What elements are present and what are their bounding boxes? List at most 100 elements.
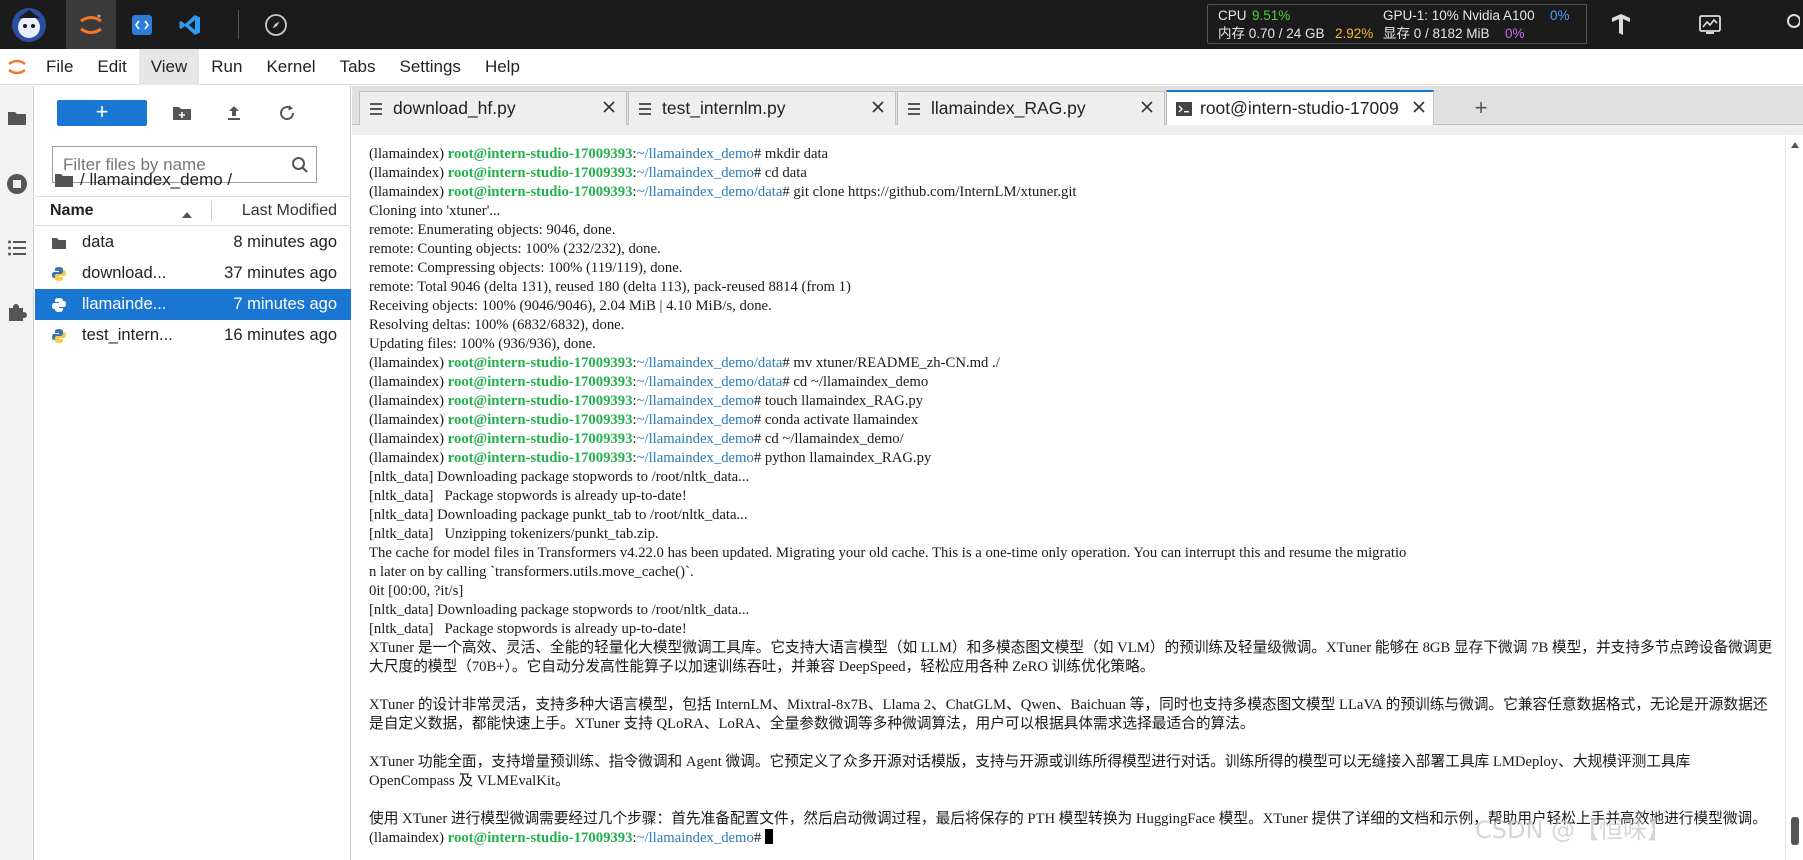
folder-icon bbox=[50, 234, 68, 252]
terminal-icon bbox=[1176, 101, 1192, 117]
prompt-user: root@intern-studio-17009393 bbox=[447, 165, 633, 181]
tab-label: llamaindex_RAG.py bbox=[931, 98, 1086, 118]
intern-logo-icon[interactable] bbox=[0, 0, 58, 49]
extension-puzzle-icon[interactable] bbox=[0, 294, 34, 330]
terminal-line: (llamaindex) root@intern-studio-17009393… bbox=[369, 184, 1077, 200]
terminal-line: (llamaindex) root@intern-studio-17009393… bbox=[369, 165, 807, 181]
folder-icon[interactable] bbox=[0, 100, 34, 136]
close-icon[interactable] bbox=[1411, 99, 1427, 115]
prompt-env: (llamaindex) bbox=[369, 450, 445, 466]
file-browser-panel: + / llamaindex_demo / Name Last Modified bbox=[35, 86, 351, 860]
search-icon[interactable] bbox=[284, 148, 316, 182]
text-file-icon bbox=[907, 101, 923, 117]
menu-bar: File Edit View Run Kernel Tabs Settings … bbox=[0, 48, 1803, 85]
toolbar-separator bbox=[238, 10, 239, 39]
terminal-line: [nltk_data] Unzipping tokenizers/punkt_t… bbox=[369, 526, 659, 542]
monitor-icon[interactable] bbox=[1692, 0, 1728, 49]
breadcrumb[interactable]: / llamaindex_demo / bbox=[54, 164, 232, 196]
user-icon[interactable] bbox=[1776, 0, 1803, 49]
file-row-test-internlm[interactable]: test_intern... 16 minutes ago bbox=[35, 320, 351, 351]
prompt-command: cd ~/llamaindex_demo/ bbox=[761, 431, 904, 447]
python-file-icon bbox=[50, 265, 68, 283]
file-modified: 37 minutes ago bbox=[224, 264, 337, 282]
menu-run[interactable]: Run bbox=[199, 49, 254, 85]
terminal-line: Updating files: 100% (936/936), done. bbox=[369, 336, 596, 352]
prompt-env: (llamaindex) bbox=[369, 146, 445, 162]
menu-help[interactable]: Help bbox=[473, 49, 532, 85]
tensorflow-icon[interactable] bbox=[1603, 0, 1639, 49]
terminal-line: The cache for model files in Transformer… bbox=[369, 545, 1407, 561]
sort-ascending-icon[interactable] bbox=[181, 206, 193, 224]
terminal-cursor bbox=[764, 829, 773, 844]
upload-icon[interactable] bbox=[220, 100, 248, 126]
close-icon[interactable] bbox=[1139, 99, 1155, 115]
prompt-command: cd data bbox=[761, 165, 807, 181]
terminal-line: (llamaindex) root@intern-studio-17009393… bbox=[369, 412, 919, 428]
file-row-download-hf[interactable]: download... 37 minutes ago bbox=[35, 258, 351, 289]
jupyter-logo-icon bbox=[0, 49, 34, 85]
breadcrumb-path[interactable]: / llamaindex_demo / bbox=[80, 170, 232, 190]
watermark: CSDN @【恒味】 bbox=[1475, 816, 1672, 844]
menu-settings[interactable]: Settings bbox=[388, 49, 473, 85]
refresh-icon[interactable] bbox=[273, 100, 301, 126]
terminal-line: [nltk_data] Downloading package stopword… bbox=[369, 602, 750, 618]
file-row-data[interactable]: data 8 minutes ago bbox=[35, 227, 351, 258]
terminal-line: remote: Total 9046 (delta 131), reused 1… bbox=[369, 279, 851, 295]
tab-terminal[interactable]: root@intern-studio-17009 bbox=[1166, 90, 1434, 125]
memory-value: 2.92% bbox=[1335, 26, 1374, 41]
code-icon[interactable] bbox=[124, 0, 160, 49]
new-launcher-button[interactable]: + bbox=[57, 100, 147, 126]
tab-label: test_internlm.py bbox=[662, 98, 786, 118]
text-file-icon bbox=[638, 101, 654, 117]
cpu-value: 9.51% bbox=[1252, 8, 1291, 23]
prompt-user: root@intern-studio-17009393 bbox=[447, 146, 633, 162]
terminal-line: XTuner 是一个高效、灵活、全能的轻量化大模型微调工具库。它支持大语言模型（… bbox=[369, 640, 1773, 675]
menu-view[interactable]: View bbox=[138, 48, 200, 85]
file-modified: 7 minutes ago bbox=[233, 295, 337, 313]
gpu-value: 0% bbox=[1550, 8, 1570, 23]
tab-llamaindex-rag[interactable]: llamaindex_RAG.py bbox=[897, 91, 1165, 125]
memory-label: 内存 0.70 / 24 GB bbox=[1218, 26, 1325, 41]
terminal-line: remote: Enumerating objects: 9046, done. bbox=[369, 222, 616, 238]
tab-test-internlm[interactable]: test_internlm.py bbox=[628, 91, 896, 125]
scroll-up-icon[interactable] bbox=[1790, 141, 1800, 149]
gpu-label: GPU-1: 10% Nvidia A100 bbox=[1383, 8, 1535, 23]
prompt-command: python llamaindex_RAG.py bbox=[761, 450, 932, 466]
close-icon[interactable] bbox=[870, 99, 886, 115]
prompt-path: ~/llamaindex_demo bbox=[636, 165, 754, 181]
main-dock-area: download_hf.py test_internlm.py llamaind… bbox=[352, 86, 1803, 860]
tab-download-hf[interactable]: download_hf.py bbox=[359, 91, 627, 125]
table-of-contents-icon[interactable] bbox=[0, 230, 34, 266]
file-row-llamaindex-rag[interactable]: llamainde... 7 minutes ago bbox=[35, 289, 351, 320]
jupyter-icon[interactable] bbox=[66, 0, 116, 49]
file-modified: 16 minutes ago bbox=[224, 326, 337, 344]
column-modified-header[interactable]: Last Modified bbox=[242, 202, 337, 220]
prompt-path: ~/llamaindex_demo/data bbox=[636, 355, 783, 371]
terminal-line: (llamaindex) root@intern-studio-17009393… bbox=[369, 431, 904, 447]
close-icon[interactable] bbox=[601, 99, 617, 115]
menu-kernel[interactable]: Kernel bbox=[254, 49, 327, 85]
prompt-path: ~/llamaindex_demo/data bbox=[636, 184, 783, 200]
terminal-scrollbar[interactable] bbox=[1785, 135, 1803, 860]
tab-label: download_hf.py bbox=[393, 98, 516, 118]
compass-icon[interactable] bbox=[256, 0, 296, 49]
menu-edit[interactable]: Edit bbox=[85, 49, 138, 85]
prompt-user: root@intern-studio-17009393 bbox=[447, 393, 633, 409]
prompt-path: ~/llamaindex_demo bbox=[636, 146, 754, 162]
column-divider[interactable] bbox=[211, 201, 212, 221]
prompt-path: ~/llamaindex_demo bbox=[636, 412, 754, 428]
prompt-path: ~/llamaindex_demo bbox=[636, 393, 754, 409]
vscode-icon[interactable] bbox=[166, 0, 214, 49]
new-folder-icon[interactable] bbox=[168, 100, 196, 126]
scrollbar-thumb[interactable] bbox=[1791, 817, 1799, 845]
prompt-user: root@intern-studio-17009393 bbox=[447, 450, 633, 466]
terminal-view[interactable]: (llamaindex) root@intern-studio-17009393… bbox=[352, 135, 1785, 860]
prompt-user: root@intern-studio-17009393 bbox=[447, 374, 633, 390]
new-tab-button[interactable]: + bbox=[1466, 94, 1496, 122]
menu-tabs[interactable]: Tabs bbox=[328, 49, 388, 85]
menu-file[interactable]: File bbox=[34, 49, 85, 85]
terminal-line: [nltk_data] Package stopwords is already… bbox=[369, 488, 687, 504]
running-sessions-icon[interactable] bbox=[0, 166, 34, 202]
column-name-header[interactable]: Name bbox=[50, 202, 94, 220]
